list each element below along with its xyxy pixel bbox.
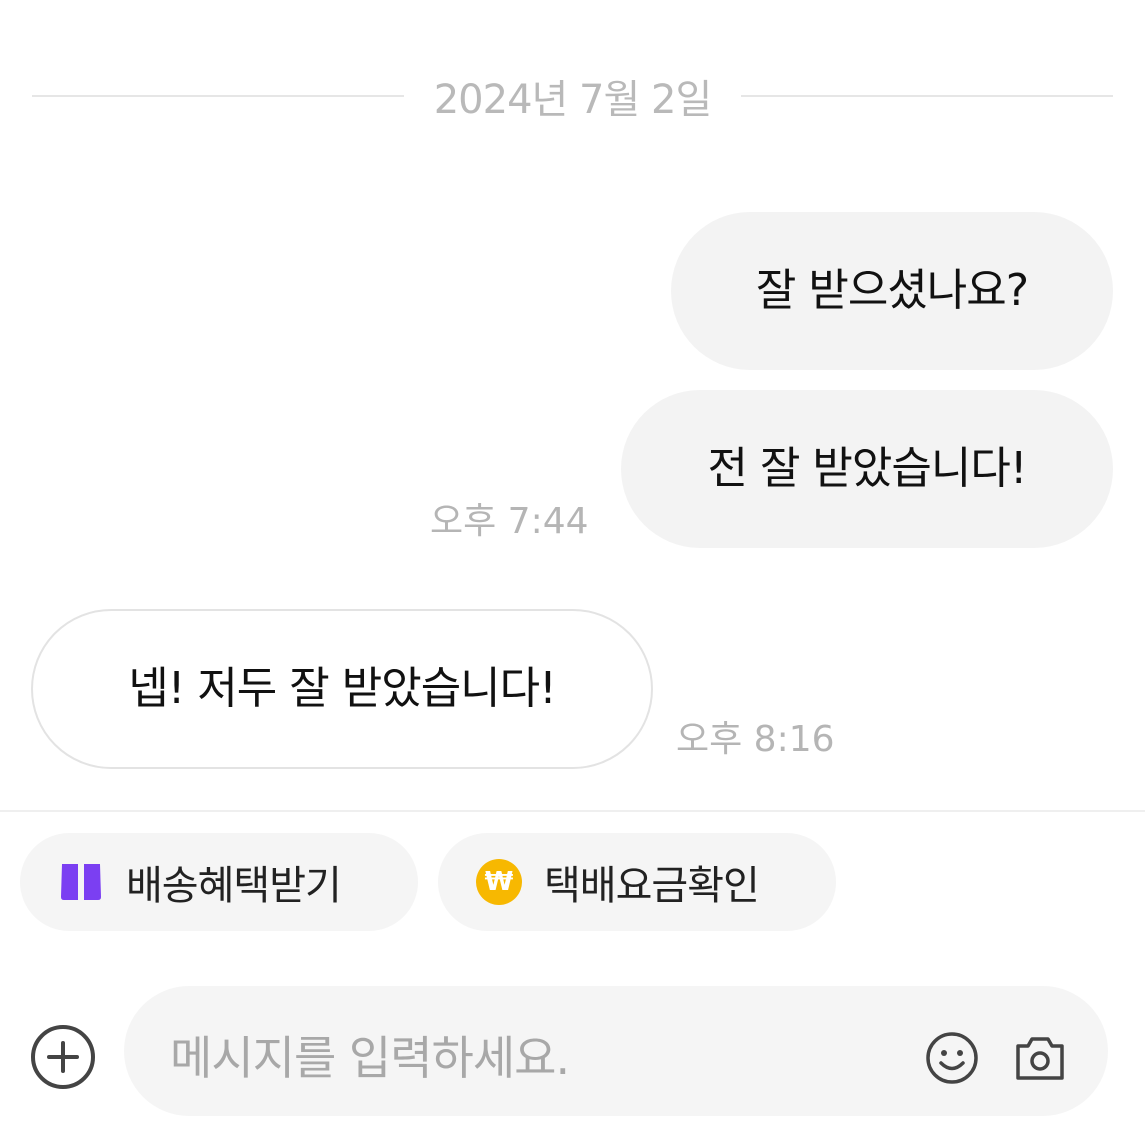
won-coin-icon: ₩ xyxy=(476,859,522,905)
shipping-fee-check-button[interactable]: ₩ 택배요금확인 xyxy=(438,833,836,931)
chip-label: 배송혜택받기 xyxy=(126,863,342,909)
date-label: 2024년 7월 2일 xyxy=(433,77,713,123)
message-text: 잘 받으셨나요? xyxy=(755,265,1029,316)
purple-box-icon xyxy=(58,862,104,902)
plus-circle-icon[interactable] xyxy=(30,1024,96,1090)
date-separator: 2024년 7월 2일 xyxy=(32,68,1113,124)
message-text: 넵! 저두 잘 받았습니다! xyxy=(128,663,557,714)
section-divider xyxy=(0,810,1145,812)
divider-line-left xyxy=(32,95,404,97)
message-timestamp: 오후 7:44 xyxy=(430,501,589,542)
chip-label: 택배요금확인 xyxy=(544,863,760,909)
message-input[interactable]: 메시지를 입력하세요. xyxy=(124,986,1108,1116)
incoming-message-bubble[interactable]: 넵! 저두 잘 받았습니다! xyxy=(31,609,653,769)
divider-line-right xyxy=(741,95,1113,97)
message-input-placeholder: 메시지를 입력하세요. xyxy=(170,1031,570,1085)
message-timestamp: 오후 8:16 xyxy=(676,719,835,760)
outgoing-message-bubble[interactable]: 전 잘 받았습니다! xyxy=(621,390,1113,548)
smile-icon[interactable] xyxy=(924,1030,980,1086)
outgoing-message-bubble[interactable]: 잘 받으셨나요? xyxy=(671,212,1113,370)
message-text: 전 잘 받았습니다! xyxy=(707,443,1028,494)
shipping-benefit-button[interactable]: 배송혜택받기 xyxy=(20,833,418,931)
camera-icon[interactable] xyxy=(1012,1030,1068,1086)
